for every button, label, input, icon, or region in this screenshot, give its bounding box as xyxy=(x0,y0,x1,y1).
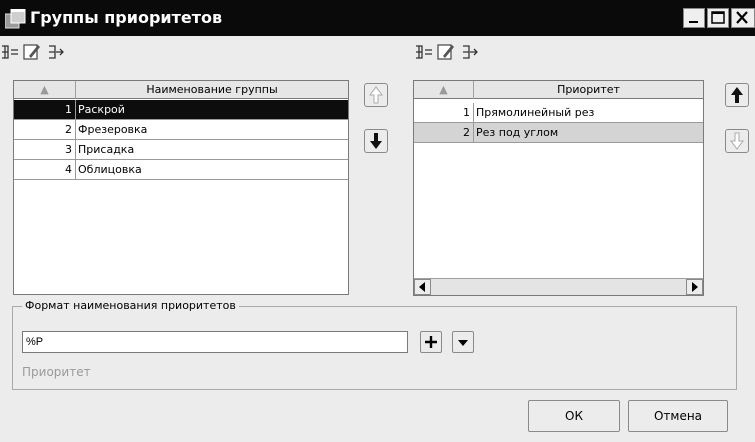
insert-row-button-right[interactable] xyxy=(414,42,434,62)
priority-up-button[interactable] xyxy=(725,83,749,107)
row-number: 1 xyxy=(14,100,76,119)
group-name-cell: Присадка xyxy=(78,143,135,156)
arrow-up-icon xyxy=(726,86,748,104)
move-up-button[interactable] xyxy=(364,83,388,107)
dropdown-arrow-icon xyxy=(453,340,473,355)
sort-indicator-icon[interactable]: ▲ xyxy=(414,81,474,99)
priority-down-button[interactable] xyxy=(725,129,749,153)
row-number: 3 xyxy=(14,140,76,159)
priorities-grid-header: ▲ Приоритет xyxy=(414,81,703,99)
column-header-group-name[interactable]: Наименование группы xyxy=(76,81,348,99)
scroll-left-arrow-icon[interactable] xyxy=(414,279,431,295)
arrow-down-icon xyxy=(726,132,748,150)
scroll-right-arrow-icon[interactable] xyxy=(686,279,703,295)
window-app-icon xyxy=(4,8,26,30)
token-dropdown-button[interactable] xyxy=(452,331,474,353)
format-preview-text: Приоритет xyxy=(22,365,91,379)
group-name-cell: Фрезеровка xyxy=(78,123,148,136)
append-row-icon xyxy=(46,42,66,62)
table-row[interactable]: 3 Присадка xyxy=(14,140,348,160)
table-row[interactable]: 2 Рез под углом xyxy=(414,123,703,143)
groups-grid-header: ▲ Наименование группы xyxy=(14,81,348,99)
row-number: 2 xyxy=(414,123,474,142)
group-name-cell: Раскрой xyxy=(78,103,125,116)
priorities-grid[interactable]: ▲ Приоритет 1 Прямолинейный рез 2 Рез по… xyxy=(413,80,704,296)
edit-button-right[interactable] xyxy=(436,42,456,62)
row-number: 4 xyxy=(14,160,76,179)
row-number: 2 xyxy=(14,120,76,139)
append-row-button[interactable] xyxy=(46,42,66,62)
format-group-legend: Формат наименования приоритетов xyxy=(22,298,239,314)
window-title: Группы приоритетов xyxy=(30,8,223,27)
format-input[interactable] xyxy=(22,331,408,353)
ok-button[interactable]: ОК xyxy=(528,400,620,432)
priority-name-cell: Рез под углом xyxy=(476,126,559,139)
table-row[interactable]: 1 Раскрой xyxy=(14,100,348,120)
arrow-up-icon xyxy=(365,86,387,104)
maximize-button[interactable] xyxy=(707,8,729,28)
close-button[interactable] xyxy=(731,8,755,28)
groups-grid[interactable]: ▲ Наименование группы 1 Раскрой 2 Фрезер… xyxy=(13,80,349,295)
plus-icon xyxy=(421,336,441,355)
arrow-down-icon xyxy=(365,132,387,150)
table-row[interactable]: 4 Облицовка xyxy=(14,160,348,180)
insert-row-button[interactable] xyxy=(0,42,20,62)
append-row-button-right[interactable] xyxy=(460,42,480,62)
insert-row-icon xyxy=(0,42,20,62)
table-row[interactable]: 2 Фрезеровка xyxy=(14,120,348,140)
move-down-button[interactable] xyxy=(364,129,388,153)
insert-row-icon xyxy=(414,42,434,62)
column-header-priority[interactable]: Приоритет xyxy=(474,81,703,99)
group-name-cell: Облицовка xyxy=(78,163,142,176)
priority-name-cell: Прямолинейный рез xyxy=(476,106,595,119)
append-row-icon xyxy=(460,42,480,62)
minimize-button[interactable] xyxy=(683,8,705,28)
horizontal-scrollbar[interactable] xyxy=(414,278,703,295)
edit-icon xyxy=(22,42,42,62)
edit-button[interactable] xyxy=(22,42,42,62)
sort-indicator-icon[interactable]: ▲ xyxy=(14,81,76,99)
row-number: 1 xyxy=(414,103,474,122)
edit-icon xyxy=(436,42,456,62)
table-row[interactable]: 1 Прямолинейный рез xyxy=(414,103,703,123)
cancel-button[interactable]: Отмена xyxy=(628,400,728,432)
add-token-button[interactable] xyxy=(420,331,442,353)
